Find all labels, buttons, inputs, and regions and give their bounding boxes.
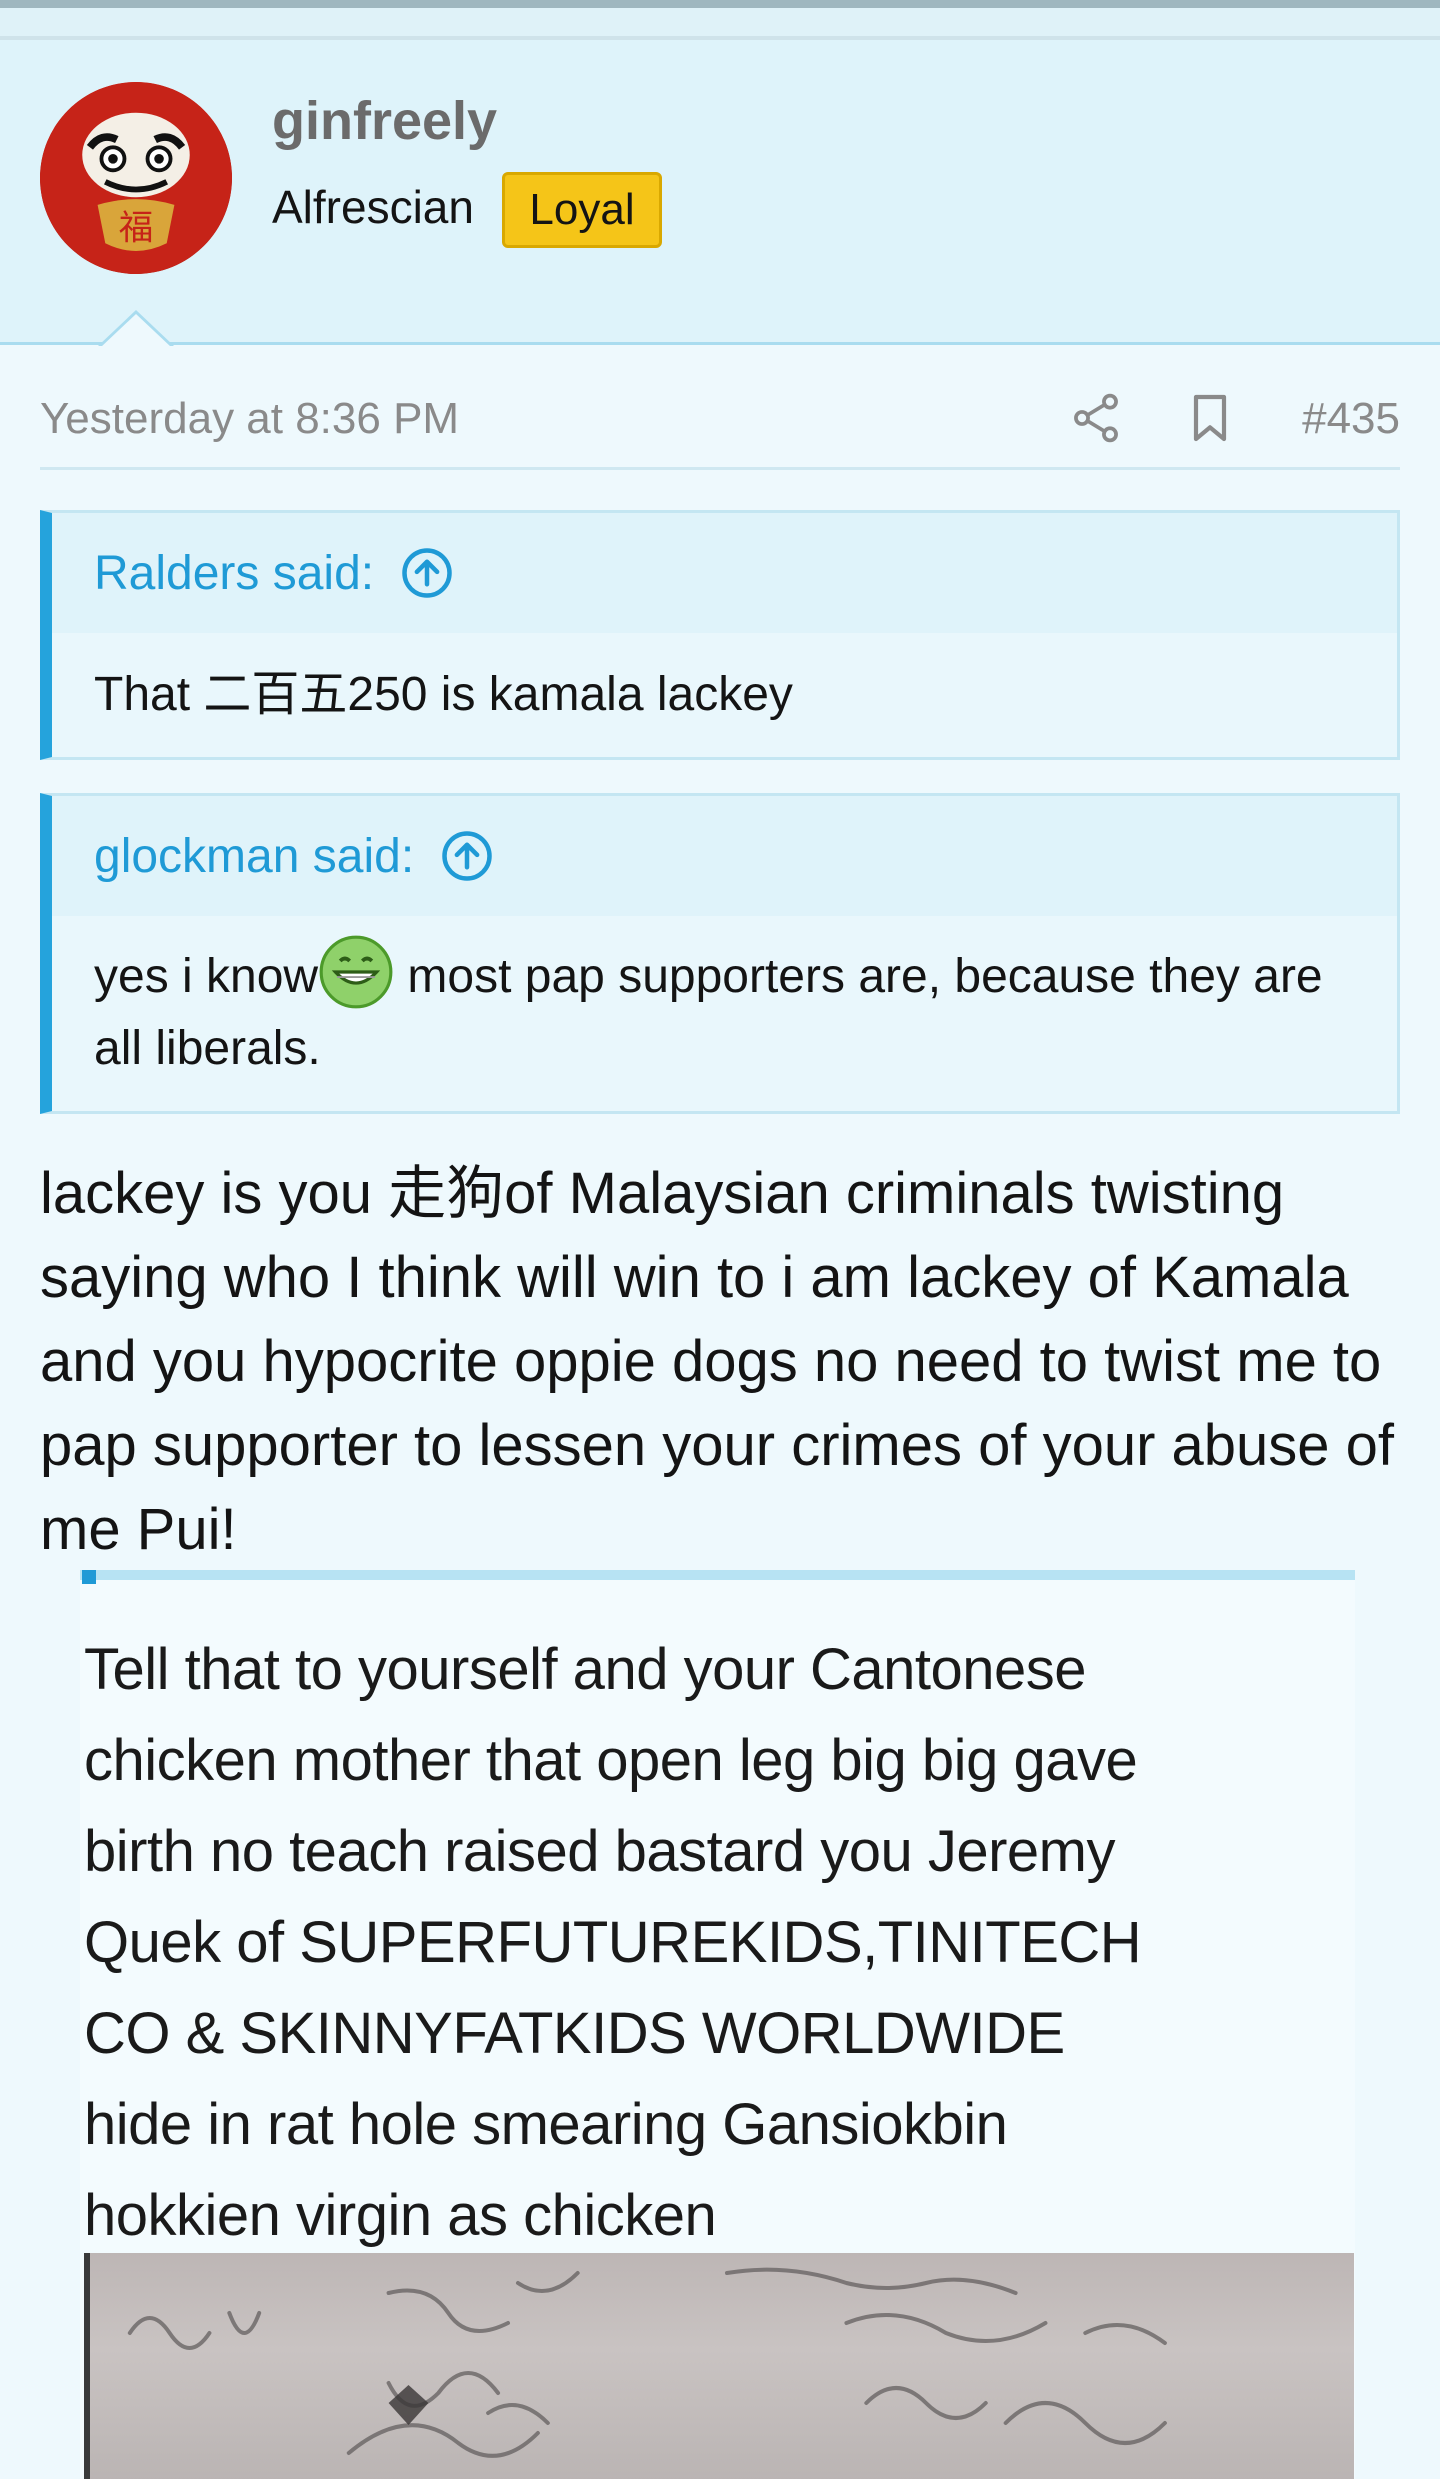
share-icon[interactable] — [1068, 390, 1124, 446]
post-timestamp[interactable]: Yesterday at 8:36 PM — [40, 394, 459, 444]
embedded-image[interactable]: Tell that to yourself and your Cantonese… — [80, 1570, 1355, 2479]
handwritten-scan-image — [84, 2253, 1354, 2479]
quote-block: glockman said: yes i know most pap suppo… — [40, 793, 1400, 1114]
embedded-text-line: birth no teach raised bastard you Jeremy — [84, 1819, 1116, 1884]
svg-text:福: 福 — [119, 208, 154, 248]
quote-text: yes i know — [94, 950, 319, 1003]
embedded-text-line: Tell that to yourself and your Cantonese — [84, 1637, 1087, 1702]
quote-header[interactable]: glockman said: — [52, 796, 1397, 916]
user-header: 福 ginfreely Alfrescian Loyal — [0, 40, 1440, 345]
quote-block: Ralders said: That 二百五250 is kamala lack… — [40, 510, 1400, 760]
bookmark-icon[interactable] — [1182, 390, 1238, 446]
embedded-image-top-bar — [80, 1570, 1355, 1584]
quote-text: That 二百五250 is kamala lackey — [94, 668, 793, 721]
quote-content: yes i know most pap supporters are, beca… — [52, 916, 1397, 1111]
quote-author[interactable]: Ralders said: — [94, 546, 374, 601]
post-meta-bar: Yesterday at 8:36 PM #435 — [40, 378, 1400, 470]
user-badge: Loyal — [502, 172, 662, 248]
grinning-face-emoji-icon — [319, 935, 393, 1009]
quote-author[interactable]: glockman said: — [94, 829, 414, 884]
post-number[interactable]: #435 — [1302, 394, 1400, 444]
user-title: Alfrescian — [272, 181, 474, 233]
top-strip — [0, 0, 1440, 40]
quote-content: That 二百五250 is kamala lackey — [52, 633, 1397, 757]
embedded-text-line: hokkien virgin as chicken — [84, 2183, 717, 2248]
username[interactable]: ginfreely — [272, 90, 497, 152]
embedded-text-line: chicken mother that open leg big big gav… — [84, 1728, 1138, 1793]
header-pointer — [98, 310, 174, 347]
embedded-text-line: CO & SKINNYFATKIDS WORLDWIDE — [84, 2001, 1065, 2066]
daruma-avatar-icon[interactable]: 福 — [40, 82, 232, 274]
embedded-image-text: Tell that to yourself and your Cantonese… — [84, 1624, 1344, 2261]
arrow-up-circle-icon[interactable] — [400, 546, 454, 600]
embedded-text-line: Quek of SUPERFUTUREKIDS,TINITECH — [84, 1910, 1142, 1975]
embedded-text-line: hide in rat hole smearing Gansiokbin — [84, 2092, 1008, 2157]
arrow-up-circle-icon[interactable] — [440, 829, 494, 883]
post-body-text: lackey is you 走狗of Malaysian criminals t… — [40, 1161, 1395, 1562]
quote-header[interactable]: Ralders said: — [52, 513, 1397, 633]
